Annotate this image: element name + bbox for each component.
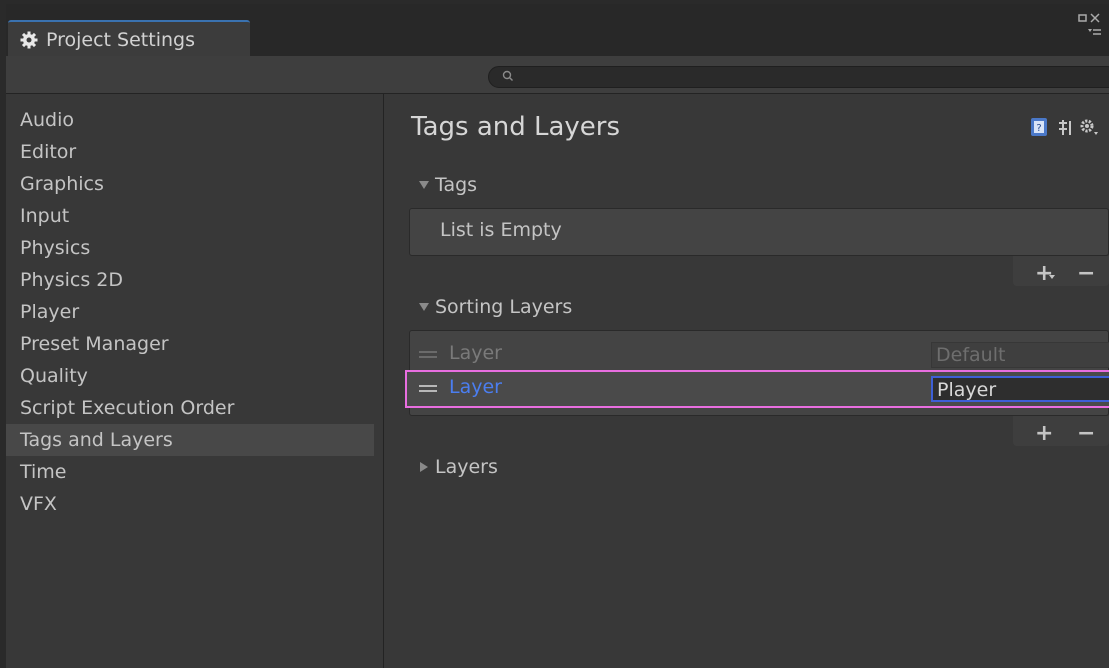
toolbar xyxy=(6,56,1109,94)
sidebar-item-preset-manager[interactable]: Preset Manager xyxy=(6,328,374,360)
sidebar-item-tags-and-layers[interactable]: Tags and Layers xyxy=(6,424,374,456)
close-icon xyxy=(1090,13,1100,23)
layer-label: Layer xyxy=(449,342,502,364)
foldout-expanded-icon xyxy=(419,303,429,311)
preset-icon[interactable] xyxy=(1059,120,1071,135)
sorting-layers-foldout[interactable]: Sorting Layers xyxy=(417,296,572,318)
help-icon[interactable]: ? xyxy=(1031,118,1047,136)
search-icon xyxy=(502,70,513,81)
dropdown-arrow-icon xyxy=(1088,29,1092,32)
gear-icon xyxy=(20,31,38,49)
sidebar-item-vfx[interactable]: VFX xyxy=(6,488,374,520)
settings-sidebar: Audio Editor Graphics Input Physics Phys… xyxy=(6,94,384,668)
sidebar-item-physics[interactable]: Physics xyxy=(6,232,374,264)
layers-label: Layers xyxy=(435,456,498,478)
sidebar-item-script-execution-order[interactable]: Script Execution Order xyxy=(6,392,374,424)
header-icons: ? xyxy=(1021,114,1109,140)
tab-bar: Project Settings xyxy=(6,4,1109,58)
foldout-expanded-icon xyxy=(419,181,429,189)
tab-title: Project Settings xyxy=(46,29,195,51)
tags-foldout[interactable]: Tags xyxy=(417,174,477,196)
sorting-layers-label: Sorting Layers xyxy=(435,296,573,318)
sidebar-item-time[interactable]: Time xyxy=(6,456,374,488)
layers-foldout[interactable]: Layers xyxy=(417,456,498,478)
sidebar-item-audio[interactable]: Audio xyxy=(6,104,374,136)
sidebar-item-physics-2d[interactable]: Physics 2D xyxy=(6,264,374,296)
sidebar-item-player[interactable]: Player xyxy=(6,296,374,328)
layer-name-field[interactable]: Player xyxy=(931,376,1109,402)
window-controls xyxy=(1063,10,1103,50)
foldout-collapsed-icon xyxy=(420,462,428,472)
svg-text:?: ? xyxy=(1036,123,1041,134)
remove-tag-button[interactable]: − xyxy=(1077,261,1095,286)
project-settings-window: Project Settings Audio Editor Graphics I… xyxy=(6,4,1109,668)
tags-label: Tags xyxy=(435,174,478,196)
sorting-layer-row[interactable]: Layer Default xyxy=(409,340,1109,368)
drag-handle-icon[interactable] xyxy=(419,384,437,393)
remove-sorting-layer-button[interactable]: − xyxy=(1077,421,1095,446)
sidebar-item-quality[interactable]: Quality xyxy=(6,360,374,392)
empty-list-text: List is Empty xyxy=(440,219,562,241)
search-input[interactable] xyxy=(488,66,1109,88)
settings-gear-icon[interactable] xyxy=(1080,119,1098,135)
layer-name-field: Default xyxy=(931,342,1109,368)
tab-project-settings[interactable]: Project Settings xyxy=(8,20,250,58)
sorting-layer-row-selected[interactable]: Layer Player xyxy=(409,374,1109,402)
tags-list-footer: + − xyxy=(1013,256,1109,286)
page-title: Tags and Layers xyxy=(411,112,621,142)
maximize-icon xyxy=(1078,14,1087,22)
sidebar-item-graphics[interactable]: Graphics xyxy=(6,168,374,200)
menu-icon xyxy=(1093,29,1101,35)
drag-handle-icon[interactable] xyxy=(419,350,437,359)
sidebar-item-editor[interactable]: Editor xyxy=(6,136,374,168)
dropdown-arrow-icon xyxy=(1049,275,1055,279)
add-sorting-layer-button[interactable]: + xyxy=(1035,421,1053,446)
settings-content: Tags and Layers ? Tags List is Empty + −… xyxy=(385,94,1109,668)
tags-list: List is Empty xyxy=(409,208,1109,256)
layer-label: Layer xyxy=(449,376,502,398)
sorting-layers-list-footer: + − xyxy=(1013,416,1109,446)
sidebar-item-input[interactable]: Input xyxy=(6,200,374,232)
add-tag-button[interactable]: + xyxy=(1035,261,1053,286)
